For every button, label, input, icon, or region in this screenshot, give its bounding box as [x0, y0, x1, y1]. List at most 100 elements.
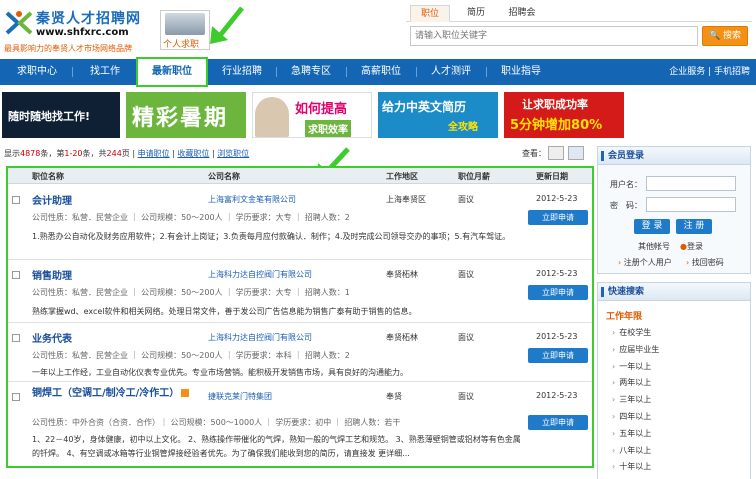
job-area: 奉贤柘林 [386, 333, 418, 342]
job-description: 一年以上工作经，工业自动化仪表专业优先。专业市场营销。能积极开发销售市场，具有良… [32, 368, 408, 377]
work-years-item[interactable]: 十年以上 [612, 459, 659, 476]
register-button[interactable]: 注 册 [676, 219, 712, 234]
banner-efficiency[interactable]: 如何提高 求职效率 [252, 92, 372, 138]
nav-item-find-job[interactable]: 找工作 [76, 59, 134, 85]
apply-now-button[interactable]: 立即申请 [528, 210, 588, 225]
search-tab-fair[interactable]: 招聘会 [502, 5, 542, 22]
count-pages: 244 [106, 149, 122, 158]
job-company[interactable]: 上海科力达自控阀门有限公司 [208, 269, 312, 280]
banner-resume[interactable]: 给力中英文简历 全攻略 [378, 92, 498, 138]
job-area: 上海奉贤区 [386, 195, 426, 204]
count-mid: 条，第 [40, 149, 65, 158]
col-company: 公司名称 [208, 172, 240, 181]
count-suffix: 页 | [121, 149, 136, 158]
results-toolbar: 显示4878条，第1-20条，共244页 | 申请职位 | 收藏职位 | 浏览职… [4, 146, 594, 164]
view-detail-icon[interactable] [568, 146, 584, 160]
qq-login-link[interactable]: ●登录 [680, 241, 703, 252]
apply-now-button[interactable]: 立即申请 [528, 285, 588, 300]
quick-search-title: 快速搜索 [598, 283, 750, 301]
job-date: 2012-5-23 [536, 194, 578, 203]
apply-jobs-link[interactable]: 申请职位 [138, 149, 170, 158]
apply-now-button[interactable]: 立即申请 [528, 348, 588, 363]
job-company[interactable]: 上海科力达自控阀门有限公司 [208, 332, 312, 343]
main-nav: 求职中心 找工作 最新职位 行业招聘 急聘专区 高薪职位 人才测评 职业指导 企… [0, 57, 756, 87]
personal-label: 个人求职 [163, 40, 200, 50]
search-tab-resume[interactable]: 简历 [456, 5, 496, 22]
job-salary: 面议 [458, 333, 474, 342]
work-years-item[interactable]: 四年以上 [612, 409, 659, 426]
banner-efficiency-sub: 求职效率 [305, 120, 351, 137]
nav-item-urgent[interactable]: 急聘专区 [280, 59, 342, 85]
view-list-icon[interactable] [548, 146, 564, 160]
bullet-icon: › [618, 258, 622, 267]
job-area: 奉贤 [386, 392, 402, 401]
job-title[interactable]: 铜焊工（空调工/制冷工/冷作工） [32, 387, 202, 400]
bullet-icon: › [686, 258, 690, 267]
logo-title: 秦贤人才招聘网 [36, 11, 141, 27]
site-logo[interactable]: 秦贤人才招聘网 www.shfxrc.com 最具影响力的奉贤人才市场网络品牌 [4, 6, 154, 54]
login-button[interactable]: 登 录 [634, 219, 670, 234]
work-years-item[interactable]: 一年以上 [612, 359, 659, 376]
banner-success[interactable]: 让求职成功率 5分钟增加80% [504, 92, 624, 138]
nav-divider [486, 67, 487, 77]
toolbar-separator: | [172, 149, 175, 158]
count-range: 1-20 [64, 149, 83, 158]
nav-item-high-salary[interactable]: 高薪职位 [350, 59, 412, 85]
work-years-item[interactable]: 五年以上 [612, 426, 659, 443]
count-total: 4878 [20, 149, 41, 158]
job-checkbox[interactable] [12, 393, 20, 401]
job-list-header: 职位名称 公司名称 工作地区 职位月薪 更新日期 [8, 168, 592, 184]
banner-efficiency-text: 如何提高 [295, 102, 348, 117]
nav-right-links[interactable]: 企业服务 | 手机招聘 [669, 59, 750, 85]
banner-mobile-text: 随时随地找工作! [8, 110, 91, 123]
work-years-item[interactable]: 八年以上 [612, 443, 659, 460]
search-input[interactable] [410, 26, 698, 46]
nav-item-latest-jobs[interactable]: 最新职位 [136, 57, 208, 87]
job-meta: 公司性质：私营．民营企业 ｜ 公司规模：50～200人 ｜ 学历要求：大专 ｜ … [32, 288, 350, 297]
job-company[interactable]: 上海富利文金笔有限公司 [208, 194, 296, 205]
nav-item-industry[interactable]: 行业招聘 [212, 59, 272, 85]
work-years-item[interactable]: 应届毕业生 [612, 342, 659, 359]
nav-divider [276, 67, 277, 77]
job-checkbox[interactable] [12, 271, 20, 279]
apply-now-button[interactable]: 立即申请 [528, 415, 588, 430]
search-button[interactable]: 🔍 搜索 [702, 26, 748, 46]
job-title[interactable]: 会计助理 [32, 192, 72, 207]
personal-job-link[interactable]: 个人求职 [160, 10, 210, 50]
work-years-item[interactable]: 两年以上 [612, 375, 659, 392]
job-checkbox[interactable] [12, 196, 20, 204]
register-personal-link[interactable]: › 注册个人用户 [618, 257, 672, 268]
job-company[interactable]: 捷联克莱门特集团 [208, 391, 272, 402]
job-title[interactable]: 销售助理 [32, 267, 72, 282]
username-input[interactable] [646, 176, 736, 191]
job-row: 业务代表 上海科力达自控阀门有限公司 奉贤柘林 面议 2012-5-23 公司性… [8, 324, 592, 382]
banner-mobile[interactable]: 随时随地找工作! [2, 92, 120, 138]
nav-divider [346, 67, 347, 77]
logo-url: www.shfxrc.com [36, 27, 129, 38]
job-checkbox[interactable] [12, 334, 20, 342]
work-years-item[interactable]: 在校学生 [612, 325, 659, 342]
nav-item-career-guide[interactable]: 职业指导 [490, 59, 552, 85]
search-area: 职位 简历 招聘会 🔍 搜索 [406, 4, 752, 52]
login-title: 会员登录 [598, 147, 750, 165]
browse-jobs-link[interactable]: 浏览职位 [217, 149, 249, 158]
login-panel: 会员登录 用户名： 密 码： 登 录 注 册 其他帐号 ●登录 › 注册个人用户… [597, 146, 751, 274]
banner-summer-text: 精彩暑期 [132, 106, 229, 131]
banner-summer[interactable]: 精彩暑期 [126, 92, 246, 138]
nav-item-job-center[interactable]: 求职中心 [6, 59, 68, 85]
qq-icon: ● [680, 242, 687, 251]
col-date: 更新日期 [536, 172, 568, 181]
favorite-jobs-link[interactable]: 收藏职位 [177, 149, 209, 158]
nav-item-assessment[interactable]: 人才测评 [420, 59, 482, 85]
find-password-link[interactable]: › 找回密码 [686, 257, 724, 268]
job-list: 职位名称 公司名称 工作地区 职位月薪 更新日期 会计助理 上海富利文金笔有限公… [6, 166, 594, 468]
work-years-item[interactable]: 三年以上 [612, 392, 659, 409]
job-row: 销售助理 上海科力达自控阀门有限公司 奉贤柘林 面议 2012-5-23 公司性… [8, 261, 592, 323]
search-tab-job[interactable]: 职位 [410, 5, 450, 22]
logo-mark-icon [5, 11, 33, 35]
job-salary: 面议 [458, 392, 474, 401]
register-personal-label: 注册个人用户 [623, 258, 672, 267]
job-title-text: 铜焊工（空调工/制冷工/冷作工） [32, 388, 180, 399]
job-title[interactable]: 业务代表 [32, 330, 72, 345]
password-input[interactable] [646, 197, 736, 212]
